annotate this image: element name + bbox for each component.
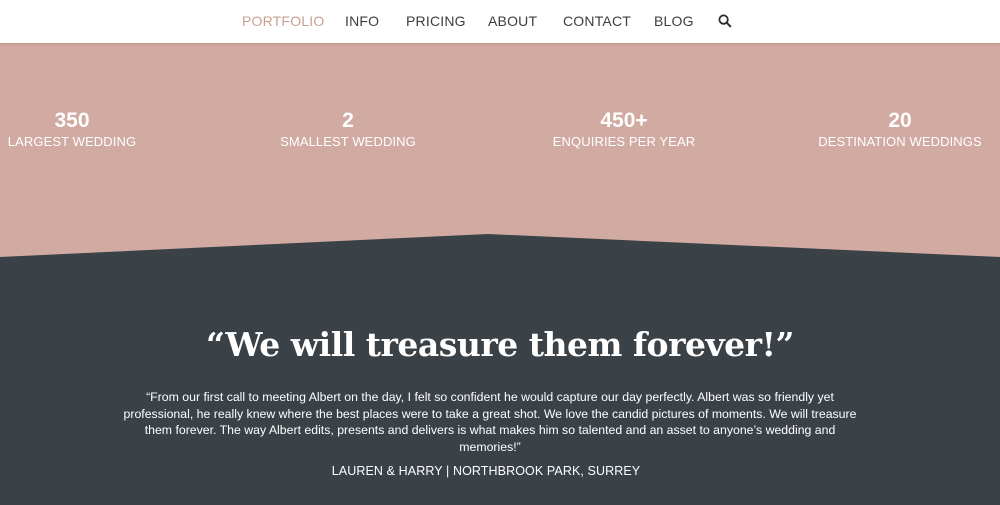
stat-label: ENQUIRIES PER YEAR <box>552 134 696 149</box>
stat-label: DESTINATION WEDDINGS <box>818 134 982 149</box>
stat-value: 2 <box>342 109 354 132</box>
stat-largest-wedding: 350 LARGEST WEDDING <box>0 109 172 150</box>
nav-item-info[interactable]: INFO <box>345 13 379 29</box>
search-icon[interactable] <box>718 14 732 28</box>
nav-item-pricing[interactable]: PRICING <box>406 13 466 29</box>
testimonial-quote: “From our first call to meeting Albert o… <box>123 390 857 454</box>
stat-destination-weddings: 20 DESTINATION WEDDINGS <box>800 109 1000 150</box>
page: PORTFOLIO INFO PRICING ABOUT CONTACT BLO… <box>0 0 1000 505</box>
stat-smallest-wedding: 2 SMALLEST WEDDING <box>248 109 448 150</box>
nav-item-contact[interactable]: CONTACT <box>563 13 631 29</box>
stat-label: LARGEST WEDDING <box>7 134 137 149</box>
stat-enquiries-per-year: 450+ ENQUIRIES PER YEAR <box>524 109 724 150</box>
stat-label: SMALLEST WEDDING <box>280 134 416 149</box>
top-nav: PORTFOLIO INFO PRICING ABOUT CONTACT BLO… <box>0 0 1000 43</box>
stat-value: 20 <box>888 109 912 132</box>
stat-value: 350 <box>54 109 90 132</box>
nav-item-portfolio[interactable]: PORTFOLIO <box>242 13 324 29</box>
testimonial-author: LAUREN & HARRY | NORTHBROOK PARK, SURREY <box>331 464 641 478</box>
testimonial-title: “We will treasure them forever!” <box>206 325 794 364</box>
nav-item-about[interactable]: ABOUT <box>488 13 537 29</box>
nav-item-blog[interactable]: BLOG <box>654 13 694 29</box>
stat-value: 450+ <box>600 109 648 132</box>
stats-band: 350 LARGEST WEDDING 2 SMALLEST WEDDING 4… <box>0 43 1000 257</box>
